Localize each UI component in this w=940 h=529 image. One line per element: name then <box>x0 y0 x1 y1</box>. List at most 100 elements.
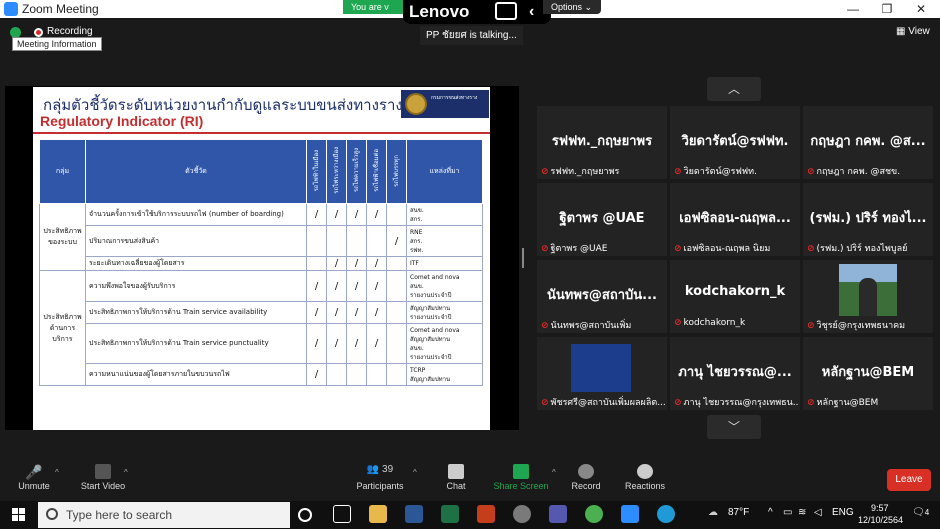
chrome-icon[interactable] <box>585 505 603 523</box>
source-item: รายงานประจำปี <box>410 313 452 321</box>
minimize-button[interactable]: — <box>836 0 870 18</box>
lenovo-overlay: Lenovo ‹ <box>403 0 551 24</box>
col-header-highspeed: รถไฟความเร็วสูง <box>346 139 367 204</box>
chat-label: Chat <box>446 481 466 491</box>
participant-tile[interactable]: หลักฐาน@BEM ⊘ หลักฐาน@BEM <box>803 337 933 410</box>
tray-chevron-icon[interactable]: ^ <box>768 507 773 518</box>
participant-tile[interactable]: เอฟซิลอน-ณฤพล... ⊘ เอฟซิลอน-ณฤพล นิยม <box>670 183 800 256</box>
edge-icon[interactable] <box>657 505 675 523</box>
start-video-label: Start Video <box>80 481 126 491</box>
unmute-button[interactable]: 🎤 Unmute <box>14 458 54 491</box>
volume-icon[interactable]: ◁ <box>814 507 822 518</box>
search-placeholder: Type here to search <box>66 508 173 522</box>
notification-icon[interactable]: 🗨4 <box>912 507 929 518</box>
participant-label-text: รฟฟท._กฤษยาพร <box>550 167 620 177</box>
indicator-cell: ความพึงพอใจของผู้รับบริการ <box>85 270 307 302</box>
mark-cell: / <box>366 256 387 271</box>
table-row: ปริมาณการขนส่งสินค้า / RNE สกร. รฟท. <box>40 225 483 257</box>
start-video-button[interactable]: Start Video <box>78 458 128 491</box>
participant-tile[interactable]: นันทพร@สถาบัน... ⊘ นันทพร@สถาบันเพิ่ม <box>537 260 667 333</box>
word-icon[interactable] <box>405 505 423 523</box>
participants-chevron-icon[interactable]: ^ <box>413 468 417 477</box>
mark-cell: / <box>366 323 387 364</box>
muted-mic-icon: ⊘ <box>541 321 549 331</box>
app-icon[interactable] <box>513 505 531 523</box>
source-item: ITF <box>410 260 419 267</box>
gallery-next-button[interactable]: ﹀ <box>707 415 761 439</box>
window-title: Zoom Meeting <box>22 2 99 16</box>
chat-button[interactable]: Chat <box>438 458 474 491</box>
overlay-grid-icon[interactable] <box>495 2 517 20</box>
task-view-icon[interactable] <box>333 505 351 523</box>
leave-button[interactable]: Leave <box>887 469 931 491</box>
recording-label: Recording <box>47 26 93 37</box>
participant-tile[interactable]: ⊘ วิชุรย์@กรุงเทพธนาคม <box>803 260 933 333</box>
windows-logo-icon <box>12 508 18 514</box>
teams-icon[interactable] <box>549 505 567 523</box>
recording-icon <box>34 28 43 37</box>
weather-temp[interactable]: 87°F <box>728 507 749 518</box>
participant-tile[interactable]: (รฟม.) ปริร์ ทองไ... ⊘ (รฟม.) ปริร์ ทองไพบ… <box>803 183 933 256</box>
source-cell: สัญญาสัมปทาน รายงานประจำปี <box>406 301 483 324</box>
participant-name: (รฟม.) ปริร์ ทองไ... <box>809 211 927 226</box>
mark-cell <box>386 256 407 271</box>
mark-cell: / <box>366 203 387 226</box>
muted-mic-icon: ⊘ <box>541 398 549 408</box>
participant-label-text: kodchakorn_k <box>683 318 746 328</box>
mark-cell: / <box>306 270 327 302</box>
participant-name: ภานุ ไชยวรรณ@... <box>678 365 792 380</box>
reactions-button[interactable]: Reactions <box>622 458 668 491</box>
participant-label-text: ภานุ ไชยวรรณ@กรุงเทพธน... <box>683 398 798 408</box>
excel-icon[interactable] <box>441 505 459 523</box>
start-button[interactable] <box>12 508 26 522</box>
battery-icon[interactable]: ▭ <box>783 507 792 518</box>
language-indicator[interactable]: ENG <box>832 507 854 518</box>
participant-label: ⊘ ภานุ ไชยวรรณ@กรุงเทพธน... <box>674 395 798 409</box>
participant-tile[interactable]: วิยดารัตน์@รฟฟท. ⊘ วิยดารัตน์@รฟฟท. <box>670 106 800 179</box>
participant-name: วิยดารัตน์@รฟฟท. <box>681 134 789 149</box>
participant-tile[interactable]: ฐิตาพร @UAE ⊘ ฐิตาพร @UAE <box>537 183 667 256</box>
share-options-chevron-icon[interactable]: ^ <box>552 468 556 477</box>
file-explorer-icon[interactable] <box>369 505 387 523</box>
brand-logo: Lenovo <box>409 2 470 21</box>
cortana-icon[interactable] <box>298 508 312 522</box>
taskbar-search-box[interactable]: Type here to search <box>38 502 290 528</box>
participants-button[interactable]: 👥 39 Participants <box>352 458 408 491</box>
view-options-button[interactable]: Options ⌄ <box>543 0 601 14</box>
record-button[interactable]: Record <box>568 458 604 491</box>
muted-mic-icon: ⊘ <box>674 244 682 254</box>
share-screen-button[interactable]: Share Screen <box>492 458 550 491</box>
slide-content: กลุ่มตัวชี้วัดระดับหน่วยงานกำกับดูแลระบบ… <box>33 87 490 430</box>
powerpoint-icon[interactable] <box>477 505 495 523</box>
mark-cell: / <box>366 270 387 302</box>
view-button[interactable]: ▦ View <box>896 26 930 37</box>
audio-options-chevron-icon[interactable]: ^ <box>55 468 59 477</box>
participant-label-text: พัชรศรี@สถาบันเพิ่มผลผลิต... <box>550 398 665 408</box>
person-silhouette <box>859 278 877 316</box>
participant-tile[interactable]: รฟฟท._กฤษยาพร ⊘ รฟฟท._กฤษยาพร <box>537 106 667 179</box>
participant-name: กฤษฎา กคพ. @ส... <box>810 134 926 149</box>
gallery-prev-button[interactable]: ︿ <box>707 77 761 101</box>
department-logo: กรมการขนส่งทางราง <box>401 90 489 118</box>
zoom-app-icon <box>4 2 18 16</box>
participants-label: Participants <box>356 481 404 491</box>
video-options-chevron-icon[interactable]: ^ <box>124 468 128 477</box>
clock-time[interactable]: 9:57 <box>871 503 889 513</box>
close-button[interactable]: ✕ <box>904 0 938 18</box>
view-button-label: View <box>908 26 930 37</box>
participant-tile[interactable]: kodchakorn_k ⊘ kodchakorn_k <box>670 260 800 333</box>
participant-label: ⊘ ฐิตาพร @UAE <box>541 241 665 255</box>
clock-date[interactable]: 12/10/2564 <box>858 515 903 525</box>
mark-cell: / <box>306 363 327 386</box>
participant-tile[interactable]: กฤษฎา กคพ. @ส... ⊘ กฤษฎา กคพ. @สชข. <box>803 106 933 179</box>
restore-button[interactable]: ❐ <box>870 0 904 18</box>
table-row: ประสิทธิภาพการให้บริการด้าน Train servic… <box>40 301 483 324</box>
participant-name: รฟฟท._กฤษยาพร <box>551 134 653 149</box>
participant-tile[interactable]: ภานุ ไชยวรรณ@... ⊘ ภานุ ไชยวรรณ@กรุงเทพธน.… <box>670 337 800 410</box>
participant-tile[interactable]: ⊘ พัชรศรี@สถาบันเพิ่มผลผลิต... <box>537 337 667 410</box>
panel-splitter[interactable] <box>522 248 524 268</box>
zoom-taskbar-icon[interactable] <box>621 505 639 523</box>
source-cell: RNE สกร. รฟท. <box>406 225 483 257</box>
network-icon[interactable]: ≋ <box>798 507 806 518</box>
collapse-chevron-icon[interactable]: ‹ <box>529 0 534 24</box>
